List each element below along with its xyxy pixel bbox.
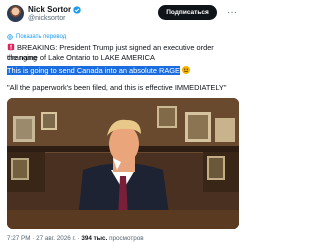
avatar[interactable] <box>7 5 24 22</box>
tweet-date[interactable]: 27 авг. 2026 г. <box>36 235 76 242</box>
subscribe-button[interactable]: Подписаться <box>158 5 217 20</box>
author-handle[interactable]: @nicksortor <box>28 14 65 23</box>
grinning-emoji-icon <box>182 66 191 74</box>
tweet-time[interactable]: 7:27 PM <box>7 235 30 242</box>
views-label: просмотров <box>109 235 144 242</box>
siren-icon <box>7 43 15 51</box>
tweet-text-quote: "All the paperwork's been filed, and thi… <box>7 83 227 92</box>
views-count: 394 тыс. <box>81 235 108 242</box>
video-frame-image <box>7 98 239 229</box>
tweet-timestamp[interactable]: 7:27 PM · 27 авг. 2026 г. · 394 тыс. про… <box>7 234 144 243</box>
more-options-icon[interactable]: ··· <box>224 5 240 20</box>
tweet-text-line-2: the name of Lake Ontario to LAKE AMERICA <box>7 53 243 63</box>
show-translation-label[interactable]: Показать перевод <box>16 33 66 41</box>
author-name[interactable]: Nick Sortor <box>28 5 71 15</box>
tweet-text-line-3: This is going to send Canada into an abs… <box>7 66 243 76</box>
translate-globe-icon <box>7 34 13 40</box>
tweet-video-media[interactable] <box>7 98 239 229</box>
tweet-header: Nick Sortor @nicksortor Подписаться ··· <box>0 0 248 30</box>
verified-badge-icon <box>73 5 81 14</box>
show-translation-link[interactable]: Показать перевод <box>7 33 66 41</box>
tweet-text-lake: the name of Lake Ontario to LAKE AMERICA <box>7 53 155 62</box>
tweet-text-selected: This is going to send Canada into an abs… <box>7 66 180 75</box>
tweet-text-line-4: "All the paperwork's been filed, and thi… <box>7 83 243 93</box>
